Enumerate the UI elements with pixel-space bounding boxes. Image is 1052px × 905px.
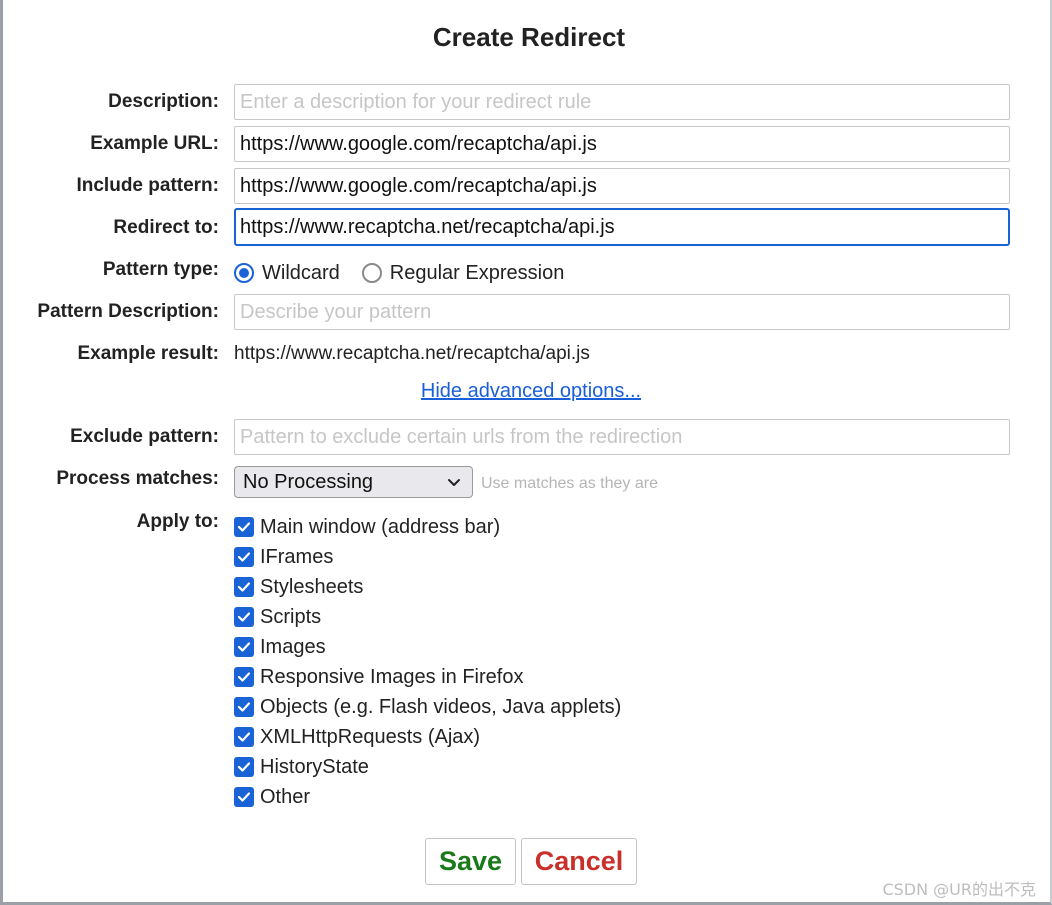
example-result-label: Example result: bbox=[77, 343, 220, 364]
apply-to-item-label: IFrames bbox=[260, 545, 334, 568]
checkbox-checked-icon[interactable] bbox=[234, 517, 254, 537]
pattern-type-group: Wildcard Regular Expression bbox=[234, 260, 586, 286]
cancel-button[interactable]: Cancel bbox=[521, 838, 637, 885]
apply-to-item[interactable]: Objects (e.g. Flash videos, Java applets… bbox=[234, 692, 621, 722]
apply-to-item-label: XMLHttpRequests (Ajax) bbox=[260, 725, 481, 748]
description-input[interactable] bbox=[234, 84, 1010, 120]
process-matches-hint: Use matches as they are bbox=[481, 475, 658, 492]
example-url-input[interactable] bbox=[234, 126, 1010, 162]
process-matches-label: Process matches: bbox=[56, 468, 219, 489]
description-label: Description: bbox=[108, 91, 219, 112]
dialog-title: Create Redirect bbox=[432, 22, 626, 52]
regex-radio[interactable] bbox=[361, 263, 382, 283]
apply-to-label: Apply to: bbox=[136, 511, 219, 532]
checkbox-checked-icon[interactable] bbox=[234, 757, 254, 777]
checkbox-checked-icon[interactable] bbox=[234, 697, 254, 717]
apply-to-item[interactable]: Other bbox=[234, 782, 621, 812]
apply-to-item-label: HistoryState bbox=[260, 755, 369, 778]
hide-advanced-options-link[interactable]: Hide advanced options... bbox=[3, 380, 1052, 403]
exclude-pattern-label: Exclude pattern: bbox=[70, 426, 219, 447]
wildcard-radio[interactable] bbox=[234, 263, 254, 283]
process-matches-selected: No Processing bbox=[243, 470, 374, 493]
watermark: CSDN @UR的出不克 bbox=[882, 880, 1036, 899]
apply-to-item[interactable]: Responsive Images in Firefox bbox=[234, 662, 621, 692]
apply-to-item-label: Objects (e.g. Flash videos, Java applets… bbox=[260, 695, 622, 718]
apply-to-item[interactable]: Stylesheets bbox=[234, 572, 621, 602]
pattern-description-input[interactable] bbox=[234, 294, 1010, 330]
checkbox-checked-icon[interactable] bbox=[234, 667, 254, 687]
apply-to-item-label: Images bbox=[260, 635, 326, 658]
example-result-value: https://www.recaptcha.net/recaptcha/api.… bbox=[234, 343, 590, 364]
apply-to-item-label: Responsive Images in Firefox bbox=[260, 665, 524, 688]
checkbox-checked-icon[interactable] bbox=[234, 637, 254, 657]
regex-radio-label[interactable]: Regular Expression bbox=[390, 262, 565, 285]
checkbox-checked-icon[interactable] bbox=[234, 787, 254, 807]
chevron-down-icon bbox=[448, 479, 460, 486]
include-pattern-label: Include pattern: bbox=[76, 175, 219, 196]
redirect-to-label: Redirect to: bbox=[113, 217, 219, 238]
apply-to-item[interactable]: Images bbox=[234, 632, 621, 662]
apply-to-item-label: Main window (address bar) bbox=[260, 515, 501, 538]
apply-to-item[interactable]: Scripts bbox=[234, 602, 621, 632]
apply-to-item[interactable]: Main window (address bar) bbox=[234, 512, 621, 542]
apply-to-item[interactable]: HistoryState bbox=[234, 752, 621, 782]
apply-to-list: Main window (address bar) IFrames Styles… bbox=[234, 512, 621, 812]
checkbox-checked-icon[interactable] bbox=[234, 607, 254, 627]
wildcard-radio-label[interactable]: Wildcard bbox=[262, 262, 340, 285]
dialog-frame: Create Redirect Description: Example URL… bbox=[0, 0, 1052, 905]
apply-to-item-label: Stylesheets bbox=[260, 575, 364, 598]
redirect-to-input[interactable] bbox=[234, 208, 1010, 246]
exclude-pattern-input[interactable] bbox=[234, 419, 1010, 455]
apply-to-item-label: Scripts bbox=[260, 605, 322, 628]
example-url-label: Example URL: bbox=[90, 133, 219, 154]
apply-to-item-label: Other bbox=[260, 785, 311, 808]
pattern-type-label: Pattern type: bbox=[102, 259, 219, 280]
checkbox-checked-icon[interactable] bbox=[234, 547, 254, 567]
checkbox-checked-icon[interactable] bbox=[234, 577, 254, 597]
save-button[interactable]: Save bbox=[425, 838, 516, 885]
pattern-description-label: Pattern Description: bbox=[37, 301, 219, 322]
process-matches-select[interactable]: No Processing bbox=[234, 466, 473, 498]
apply-to-item[interactable]: XMLHttpRequests (Ajax) bbox=[234, 722, 621, 752]
include-pattern-input[interactable] bbox=[234, 168, 1010, 204]
checkbox-checked-icon[interactable] bbox=[234, 727, 254, 747]
apply-to-item[interactable]: IFrames bbox=[234, 542, 621, 572]
